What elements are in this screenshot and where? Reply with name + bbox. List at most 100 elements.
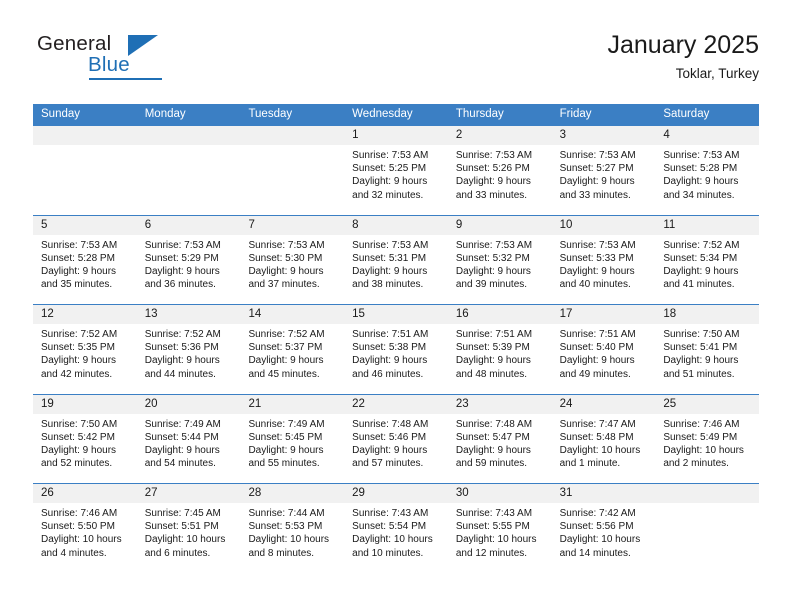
sunset-text: Sunset: 5:55 PM [455, 521, 530, 533]
sunset-text: Sunset: 5:54 PM [352, 521, 427, 533]
day-details: Sunrise: 7:45 AM Sunset: 5:51 PM Dayligh… [137, 503, 241, 560]
daylight-text-line2: and 39 minutes. [455, 279, 528, 291]
daylight-text-line2: and 45 minutes. [248, 368, 320, 380]
day-cell[interactable]: 7 Sunrise: 7:53 AM Sunset: 5:30 PM Dayli… [240, 215, 345, 304]
day-number: 4 [655, 126, 760, 145]
day-cell[interactable]: 27 Sunrise: 7:45 AM Sunset: 5:51 PM Dayl… [136, 484, 241, 573]
day-cell[interactable]: 20 Sunrise: 7:49 AM Sunset: 5:44 PM Dayl… [136, 394, 241, 483]
sunset-text: Sunset: 5:51 PM [144, 521, 219, 533]
day-number: 18 [655, 305, 760, 324]
day-details: Sunrise: 7:49 AM Sunset: 5:44 PM Dayligh… [137, 414, 241, 471]
day-number: 12 [33, 305, 137, 324]
day-cell[interactable] [240, 126, 345, 215]
day-cell[interactable]: 2 Sunrise: 7:53 AM Sunset: 5:26 PM Dayli… [447, 126, 552, 215]
sunset-text: Sunset: 5:38 PM [352, 342, 427, 354]
day-number: 9 [447, 215, 552, 235]
daylight-text-line2: and 1 minute. [559, 458, 621, 470]
day-cell[interactable]: 3 Sunrise: 7:53 AM Sunset: 5:27 PM Dayli… [551, 126, 656, 215]
daylight-text-line1: Daylight: 9 hours [41, 355, 117, 367]
day-cell[interactable]: 23 Sunrise: 7:48 AM Sunset: 5:47 PM Dayl… [447, 394, 552, 483]
sunset-text: Sunset: 5:33 PM [559, 252, 634, 264]
daylight-text-line1: Daylight: 10 hours [41, 534, 122, 546]
sunrise-text: Sunrise: 7:50 AM [663, 329, 740, 340]
daylight-text-line1: Daylight: 10 hours [663, 444, 744, 456]
day-details: Sunrise: 7:52 AM Sunset: 5:37 PM Dayligh… [240, 324, 344, 381]
day-cell[interactable]: 30 Sunrise: 7:43 AM Sunset: 5:55 PM Dayl… [447, 484, 552, 573]
day-cell[interactable]: 6 Sunrise: 7:53 AM Sunset: 5:29 PM Dayli… [136, 215, 241, 304]
day-number [136, 126, 241, 145]
sunrise-text: Sunrise: 7:53 AM [663, 150, 740, 161]
day-cell[interactable] [33, 126, 137, 215]
sunrise-text: Sunrise: 7:53 AM [144, 239, 221, 251]
day-cell[interactable]: 11 Sunrise: 7:52 AM Sunset: 5:34 PM Dayl… [655, 215, 760, 304]
week-row: 12 Sunrise: 7:52 AM Sunset: 5:35 PM Dayl… [33, 304, 760, 394]
day-number: 1 [344, 126, 448, 145]
day-cell[interactable]: 28 Sunrise: 7:44 AM Sunset: 5:53 PM Dayl… [240, 484, 345, 573]
day-cell[interactable]: 18 Sunrise: 7:50 AM Sunset: 5:41 PM Dayl… [655, 305, 760, 394]
daylight-text-line2: and 2 minutes. [663, 458, 729, 470]
sunrise-text: Sunrise: 7:53 AM [41, 239, 118, 251]
sunrise-text: Sunrise: 7:45 AM [144, 508, 221, 519]
day-cell[interactable]: 26 Sunrise: 7:46 AM Sunset: 5:50 PM Dayl… [33, 484, 137, 573]
day-cell[interactable]: 31 Sunrise: 7:42 AM Sunset: 5:56 PM Dayl… [551, 484, 656, 573]
sunrise-text: Sunrise: 7:44 AM [248, 508, 325, 519]
daylight-text-line1: Daylight: 10 hours [559, 534, 641, 546]
sunset-text: Sunset: 5:29 PM [144, 252, 219, 264]
sunset-text: Sunset: 5:42 PM [41, 431, 115, 443]
sunset-text: Sunset: 5:30 PM [248, 252, 323, 264]
day-cell[interactable]: 19 Sunrise: 7:50 AM Sunset: 5:42 PM Dayl… [33, 394, 137, 483]
day-cell[interactable]: 5 Sunrise: 7:53 AM Sunset: 5:28 PM Dayli… [33, 215, 137, 304]
day-cell[interactable] [655, 484, 760, 573]
day-cell[interactable]: 8 Sunrise: 7:53 AM Sunset: 5:31 PM Dayli… [344, 215, 448, 304]
day-cell[interactable]: 25 Sunrise: 7:46 AM Sunset: 5:49 PM Dayl… [655, 394, 760, 483]
daylight-text-line2: and 12 minutes. [455, 547, 528, 559]
day-cell[interactable]: 17 Sunrise: 7:51 AM Sunset: 5:40 PM Dayl… [551, 305, 656, 394]
logo-triangle-icon [128, 35, 158, 56]
day-cell[interactable]: 16 Sunrise: 7:51 AM Sunset: 5:39 PM Dayl… [447, 305, 552, 394]
daylight-text-line2: and 51 minutes. [663, 368, 735, 380]
sunset-text: Sunset: 5:27 PM [559, 163, 634, 175]
daylight-text-line2: and 14 minutes. [559, 547, 631, 559]
day-cell[interactable] [136, 126, 241, 215]
page-header: General Blue January 2025 Toklar, Turkey [33, 30, 759, 92]
day-details: Sunrise: 7:50 AM Sunset: 5:41 PM Dayligh… [655, 324, 759, 381]
day-details: Sunrise: 7:51 AM Sunset: 5:39 PM Dayligh… [448, 324, 552, 381]
sunset-text: Sunset: 5:47 PM [455, 431, 530, 443]
day-cell[interactable]: 13 Sunrise: 7:52 AM Sunset: 5:36 PM Dayl… [136, 305, 241, 394]
sunrise-text: Sunrise: 7:52 AM [663, 239, 740, 251]
day-cell[interactable]: 12 Sunrise: 7:52 AM Sunset: 5:35 PM Dayl… [33, 305, 137, 394]
sunrise-text: Sunrise: 7:50 AM [41, 418, 118, 430]
day-number: 21 [240, 394, 345, 414]
daylight-text-line2: and 59 minutes. [455, 458, 528, 470]
day-cell[interactable]: 10 Sunrise: 7:53 AM Sunset: 5:33 PM Dayl… [551, 215, 656, 304]
sunset-text: Sunset: 5:31 PM [352, 252, 427, 264]
day-cell[interactable]: 21 Sunrise: 7:49 AM Sunset: 5:45 PM Dayl… [240, 394, 345, 483]
daylight-text-line2: and 55 minutes. [248, 458, 320, 470]
day-number [33, 126, 137, 145]
daylight-text-line1: Daylight: 9 hours [559, 176, 635, 188]
day-cell[interactable]: 1 Sunrise: 7:53 AM Sunset: 5:25 PM Dayli… [344, 126, 448, 215]
day-details: Sunrise: 7:44 AM Sunset: 5:53 PM Dayligh… [240, 503, 344, 560]
sunset-text: Sunset: 5:35 PM [41, 342, 115, 354]
daylight-text-line2: and 57 minutes. [352, 458, 424, 470]
weekday-header-friday: Friday [559, 108, 592, 120]
day-number: 25 [655, 394, 760, 414]
day-cell[interactable]: 24 Sunrise: 7:47 AM Sunset: 5:48 PM Dayl… [551, 394, 656, 483]
daylight-text-line2: and 38 minutes. [352, 279, 424, 291]
day-cell[interactable]: 14 Sunrise: 7:52 AM Sunset: 5:37 PM Dayl… [240, 305, 345, 394]
daylight-text-line2: and 6 minutes. [144, 547, 211, 559]
weekday-header-saturday: Saturday [663, 108, 710, 120]
day-cell[interactable]: 9 Sunrise: 7:53 AM Sunset: 5:32 PM Dayli… [447, 215, 552, 304]
day-details: Sunrise: 7:52 AM Sunset: 5:35 PM Dayligh… [33, 324, 137, 381]
daylight-text-line1: Daylight: 9 hours [352, 176, 428, 188]
day-cell[interactable]: 4 Sunrise: 7:53 AM Sunset: 5:28 PM Dayli… [655, 126, 760, 215]
weekday-header-row: Sunday Monday Tuesday Wednesday Thursday… [33, 104, 759, 125]
day-cell[interactable]: 29 Sunrise: 7:43 AM Sunset: 5:54 PM Dayl… [344, 484, 448, 573]
daylight-text-line1: Daylight: 10 hours [144, 534, 226, 546]
sunset-text: Sunset: 5:41 PM [663, 342, 738, 354]
day-details: Sunrise: 7:53 AM Sunset: 5:32 PM Dayligh… [448, 235, 552, 292]
day-cell[interactable]: 15 Sunrise: 7:51 AM Sunset: 5:38 PM Dayl… [344, 305, 448, 394]
sunrise-text: Sunrise: 7:53 AM [559, 150, 636, 161]
day-cell[interactable]: 22 Sunrise: 7:48 AM Sunset: 5:46 PM Dayl… [344, 394, 448, 483]
sunset-text: Sunset: 5:44 PM [144, 431, 219, 443]
